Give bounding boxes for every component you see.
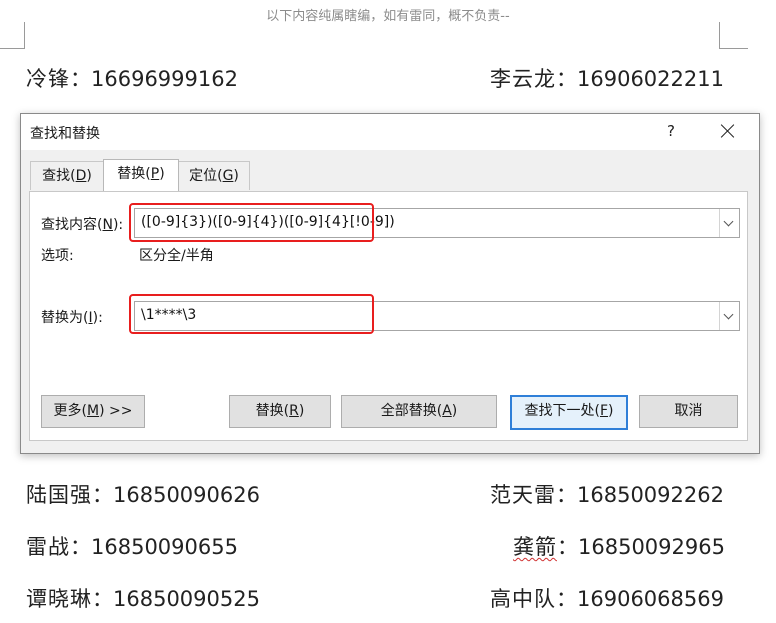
entry-number: 16850092262 xyxy=(577,483,724,507)
entry-name: 谭晓琳 xyxy=(26,587,92,611)
tab-replace-label: 替换 xyxy=(117,166,146,182)
replace-with-input[interactable]: \1****\3 xyxy=(134,301,740,331)
more-button-key: M xyxy=(86,403,100,419)
tab-goto-label: 定位 xyxy=(189,168,218,184)
dialog-titlebar[interactable]: 查找和替换 ? xyxy=(21,114,759,150)
find-next-button-key: F xyxy=(599,403,609,419)
find-next-button[interactable]: 查找下一处(F) xyxy=(510,395,628,430)
doc-entry: 雷战：16850090655 xyxy=(26,531,238,561)
find-what-input[interactable]: ([0-9]{3})([0-9]{4})([0-9]{4}[!0-9]) xyxy=(134,208,740,238)
doc-entry: 范天雷：16850092262 xyxy=(490,479,724,509)
tab-replace[interactable]: 替换(P) xyxy=(103,159,179,191)
entry-number: 16906022211 xyxy=(577,67,724,91)
tab-goto-key: G xyxy=(222,168,234,184)
replace-all-button-label: 全部替换 xyxy=(380,403,437,419)
document-header-text: 以下内容纯属瞎编，如有雷同，概不负责-- xyxy=(266,9,510,24)
entry-separator: ： xyxy=(557,535,578,559)
doc-entry: 龚箭：16850092965 xyxy=(513,531,725,561)
replace-with-key: I xyxy=(88,310,93,326)
tab-find[interactable]: 查找(D) xyxy=(30,161,104,190)
entry-separator: ： xyxy=(92,483,113,507)
entry-separator: ： xyxy=(556,67,577,91)
replace-with-label-text: 替换为 xyxy=(41,310,83,326)
doc-entry: 谭晓琳：16850090525 xyxy=(26,583,260,613)
entry-name: 雷战 xyxy=(26,535,70,559)
help-button[interactable]: ? xyxy=(661,122,681,140)
entry-separator: ： xyxy=(70,67,91,91)
entry-number: 16850090626 xyxy=(113,483,260,507)
options-label: 选项: xyxy=(41,248,74,264)
doc-entry: 李云龙：16906022211 xyxy=(490,63,724,93)
tab-find-label: 查找 xyxy=(42,168,71,184)
close-icon[interactable] xyxy=(715,119,741,143)
chevron-down-icon[interactable] xyxy=(719,209,739,237)
entry-name: 高中队 xyxy=(490,587,556,611)
replace-all-button[interactable]: 全部替换(A) xyxy=(341,395,497,428)
replace-button-label: 替换 xyxy=(255,403,284,419)
more-button-suffix: >> xyxy=(104,403,133,419)
entry-number: 16850090525 xyxy=(113,587,260,611)
entry-name: 龚箭 xyxy=(513,535,557,559)
tab-goto[interactable]: 定位(G) xyxy=(178,161,250,190)
more-button[interactable]: 更多(M) >> xyxy=(41,395,145,428)
doc-entry: 冷锋：16696999162 xyxy=(26,63,238,93)
entry-separator: ： xyxy=(556,587,577,611)
entry-name: 李云龙 xyxy=(490,67,556,91)
find-replace-dialog: 查找和替换 ? 查找(D) 替换(P) 定位(G) 查找内容(N): ([0-9… xyxy=(20,113,760,454)
replace-tab-panel: 查找内容(N): ([0-9]{3})([0-9]{4})([0-9]{4}[!… xyxy=(29,191,748,441)
find-next-button-label: 查找下一处 xyxy=(524,403,595,419)
more-button-label: 更多 xyxy=(53,403,82,419)
find-what-key: N xyxy=(102,217,113,233)
crop-mark-top-left xyxy=(0,22,25,49)
replace-with-value: \1****\3 xyxy=(141,307,197,323)
entry-separator: ： xyxy=(92,587,113,611)
entry-number: 16850092965 xyxy=(578,535,725,559)
entry-name: 范天雷 xyxy=(490,483,556,507)
replace-button-key: R xyxy=(289,403,299,419)
replace-button[interactable]: 替换(R) xyxy=(229,395,331,428)
chevron-down-icon[interactable] xyxy=(719,302,739,330)
dialog-title: 查找和替换 xyxy=(30,126,100,142)
entry-separator: ： xyxy=(556,483,577,507)
doc-entry: 高中队：16906068569 xyxy=(490,583,724,613)
cancel-button-label: 取消 xyxy=(674,403,703,419)
entry-separator: ： xyxy=(70,535,91,559)
find-what-label-text: 查找内容 xyxy=(41,217,97,233)
entry-name: 冷锋 xyxy=(26,67,70,91)
crop-mark-top-right xyxy=(719,22,748,49)
find-what-value: ([0-9]{3})([0-9]{4})([0-9]{4}[!0-9]) xyxy=(141,214,395,230)
tab-replace-key: P xyxy=(150,166,160,182)
cancel-button[interactable]: 取消 xyxy=(639,395,738,428)
entry-number: 16850090655 xyxy=(91,535,238,559)
entry-name: 陆国强 xyxy=(26,483,92,507)
find-what-label: 查找内容(N): xyxy=(41,217,124,233)
tab-find-key: D xyxy=(75,168,87,184)
options-value: 区分全/半角 xyxy=(139,248,214,264)
doc-entry: 陆国强：16850090626 xyxy=(26,479,260,509)
replace-with-label: 替换为(I): xyxy=(41,310,103,326)
entry-number: 16696999162 xyxy=(91,67,238,91)
entry-number: 16906068569 xyxy=(577,587,724,611)
replace-all-button-key: A xyxy=(442,403,452,419)
